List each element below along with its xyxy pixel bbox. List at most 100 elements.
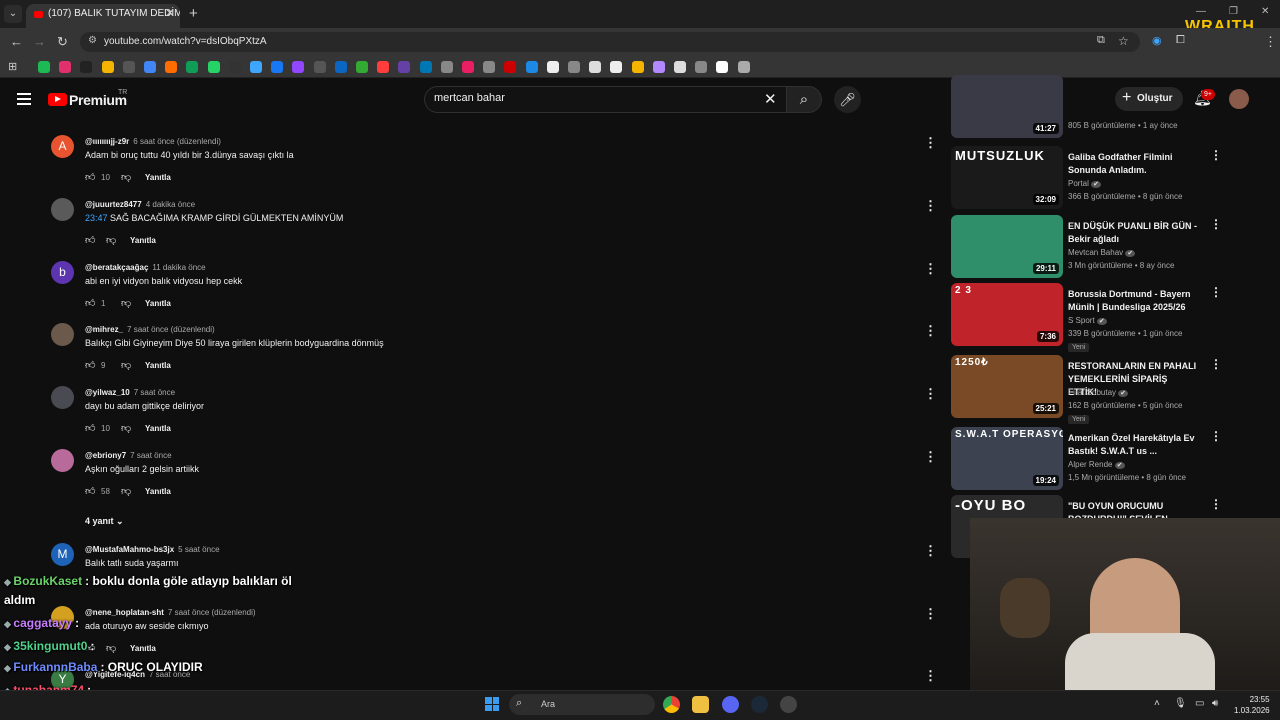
comment-more-icon[interactable]: ⋮ bbox=[924, 135, 937, 151]
bookmark-icon[interactable] bbox=[101, 61, 114, 73]
comment-time[interactable]: 6 saat önce (düzenlendi) bbox=[133, 137, 221, 146]
menu-hamburger-icon[interactable] bbox=[17, 93, 31, 105]
bookmark-icon[interactable] bbox=[568, 61, 580, 73]
bookmark-icon[interactable] bbox=[695, 61, 708, 73]
bookmark-icon[interactable] bbox=[398, 61, 411, 73]
network-icon[interactable]: ▭ bbox=[1195, 698, 1204, 709]
chrome-taskbar-icon[interactable] bbox=[663, 696, 680, 713]
search-query[interactable]: mertcan bahar bbox=[434, 92, 505, 104]
video-thumbnail[interactable]: 29:11 bbox=[951, 215, 1063, 278]
forward-icon[interactable]: → bbox=[33, 34, 46, 49]
comment-author[interactable]: @yilwaz_10 7 saat önce bbox=[85, 388, 175, 397]
channel-name-text[interactable]: Portal bbox=[1068, 179, 1089, 188]
new-tab-button[interactable]: + bbox=[189, 5, 198, 22]
comment-more-icon[interactable]: ⋮ bbox=[924, 449, 937, 465]
reply-button[interactable]: Yanıtla bbox=[145, 487, 171, 496]
comment-more-icon[interactable]: ⋮ bbox=[924, 606, 937, 622]
bookmark-icon[interactable] bbox=[610, 61, 623, 73]
video-more-icon[interactable]: ⋮ bbox=[1210, 148, 1222, 162]
back-icon[interactable]: ← bbox=[10, 34, 23, 49]
comment-username[interactable]: @mihrez_ bbox=[85, 325, 123, 334]
dislike-icon[interactable]: 👎︎ bbox=[121, 171, 131, 183]
bookmark-icon[interactable] bbox=[483, 61, 496, 73]
reply-button[interactable]: Yanıtla bbox=[145, 299, 171, 308]
bookmark-icon[interactable] bbox=[271, 61, 284, 73]
bookmark-icon[interactable] bbox=[674, 61, 686, 73]
bookmark-icon[interactable] bbox=[631, 61, 644, 73]
channel-name-text[interactable]: S Sport bbox=[1068, 316, 1095, 325]
comment-author[interactable]: @beratakçaağaç 11 dakika önce bbox=[85, 263, 206, 272]
bookmark-icon[interactable] bbox=[122, 61, 135, 73]
bookmark-icon[interactable] bbox=[440, 61, 453, 73]
bookmark-star-icon[interactable]: ☆ bbox=[1118, 34, 1129, 48]
reply-button[interactable]: Yanıtla bbox=[145, 173, 171, 182]
bookmark-icon[interactable] bbox=[652, 61, 665, 73]
bookmark-icon[interactable] bbox=[313, 61, 326, 73]
bookmark-icon[interactable] bbox=[334, 61, 347, 73]
dislike-icon[interactable]: 👎︎ bbox=[121, 422, 131, 434]
minimize-icon[interactable]: — bbox=[1196, 6, 1206, 17]
like-icon[interactable]: 👍︎ bbox=[85, 297, 95, 309]
reply-button[interactable]: Yanıtla bbox=[145, 424, 171, 433]
volume-icon[interactable]: 🔊︎ bbox=[1212, 698, 1218, 709]
extension-icon[interactable]: ◉ bbox=[1152, 34, 1162, 47]
comment-timestamp-link[interactable]: 23:47 bbox=[85, 213, 108, 223]
bookmark-icon[interactable] bbox=[228, 61, 241, 73]
video-channel[interactable]: S Sport ✔ bbox=[1068, 316, 1107, 325]
bookmark-icon[interactable] bbox=[419, 61, 432, 73]
comment-avatar[interactable]: M bbox=[51, 543, 74, 566]
video-thumbnail[interactable]: 1250₺ 25:21 bbox=[951, 355, 1063, 418]
bookmark-icon[interactable] bbox=[716, 61, 729, 73]
comment-username[interactable]: @ııııııııjj-z9r bbox=[85, 137, 129, 146]
video-thumbnail[interactable]: S.W.A.T OPERASYONU 19:24 bbox=[951, 427, 1063, 490]
reply-button[interactable]: Yanıtla bbox=[130, 644, 156, 653]
comment-author[interactable]: @ebriony7 7 saat önce bbox=[85, 451, 172, 460]
bookmark-icon[interactable] bbox=[377, 61, 390, 73]
video-more-icon[interactable]: ⋮ bbox=[1210, 357, 1222, 371]
show-replies-button[interactable]: 4 yanıt ⌄ bbox=[85, 516, 124, 527]
extensions-puzzle-icon[interactable]: ⧠ bbox=[1176, 34, 1185, 47]
video-thumbnail[interactable]: MUTSUZLUK 32:09 bbox=[951, 146, 1063, 209]
clock[interactable]: 23:55 1.03.2026 bbox=[1234, 694, 1270, 716]
comment-more-icon[interactable]: ⋮ bbox=[924, 323, 937, 339]
comment-username[interactable]: @nene_hoplatan-sht bbox=[85, 608, 164, 617]
windows-start-icon[interactable] bbox=[485, 697, 499, 711]
discord-icon[interactable] bbox=[722, 696, 739, 713]
comment-username[interactable]: @beratakçaağaç bbox=[85, 263, 148, 272]
dislike-icon[interactable]: 👎︎ bbox=[106, 234, 116, 246]
reply-button[interactable]: Yanıtla bbox=[145, 361, 171, 370]
bookmark-icon[interactable] bbox=[165, 61, 178, 73]
url-text[interactable]: youtube.com/watch?v=dsIObqPXtzA bbox=[104, 36, 267, 47]
tab-close-icon[interactable]: ✕ bbox=[165, 6, 175, 20]
video-more-icon[interactable]: ⋮ bbox=[1210, 217, 1222, 231]
channel-name-text[interactable]: Fırat Sobutay bbox=[1068, 388, 1116, 397]
mic-tray-icon[interactable]: 🎙︎ bbox=[1174, 698, 1187, 709]
comment-author[interactable]: @ııııııııjj-z9r 6 saat önce (düzenlendi) bbox=[85, 137, 221, 146]
comment-time[interactable]: 7 saat önce bbox=[130, 451, 171, 460]
search-button[interactable]: ⌕ bbox=[786, 86, 822, 113]
comment-avatar[interactable] bbox=[51, 323, 74, 346]
video-channel[interactable]: Alper Rende ✔ bbox=[1068, 460, 1125, 469]
apps-grid-icon[interactable]: ⊞ bbox=[8, 60, 17, 73]
like-icon[interactable]: 👍︎ bbox=[85, 422, 95, 434]
bookmark-icon[interactable] bbox=[737, 61, 750, 73]
bookmark-icon[interactable] bbox=[59, 61, 72, 73]
like-icon[interactable]: 👍︎ bbox=[85, 359, 95, 371]
comment-author[interactable]: @juuurtez8477 4 dakika önce bbox=[85, 200, 195, 209]
comment-time[interactable]: 11 dakika önce bbox=[152, 263, 205, 272]
maximize-icon[interactable]: ❐ bbox=[1229, 6, 1238, 17]
tab-search-button[interactable]: ⌄ bbox=[4, 5, 22, 23]
like-icon[interactable]: 👍︎ bbox=[85, 171, 95, 183]
comment-time[interactable]: 7 saat önce (düzenlendi) bbox=[127, 325, 215, 334]
comment-avatar[interactable] bbox=[51, 386, 74, 409]
comment-author[interactable]: @mihrez_ 7 saat önce (düzenlendi) bbox=[85, 325, 215, 334]
bookmark-icon[interactable] bbox=[250, 61, 262, 73]
bookmark-icon[interactable] bbox=[186, 61, 199, 73]
like-icon[interactable]: 👍︎ bbox=[85, 485, 95, 497]
close-window-icon[interactable]: ✕ bbox=[1261, 6, 1269, 17]
bookmark-icon[interactable] bbox=[292, 61, 305, 73]
reply-button[interactable]: Yanıtla bbox=[130, 236, 156, 245]
app-icon[interactable] bbox=[780, 696, 797, 713]
bookmark-icon[interactable] bbox=[525, 61, 538, 73]
bookmark-icon[interactable] bbox=[207, 61, 220, 73]
